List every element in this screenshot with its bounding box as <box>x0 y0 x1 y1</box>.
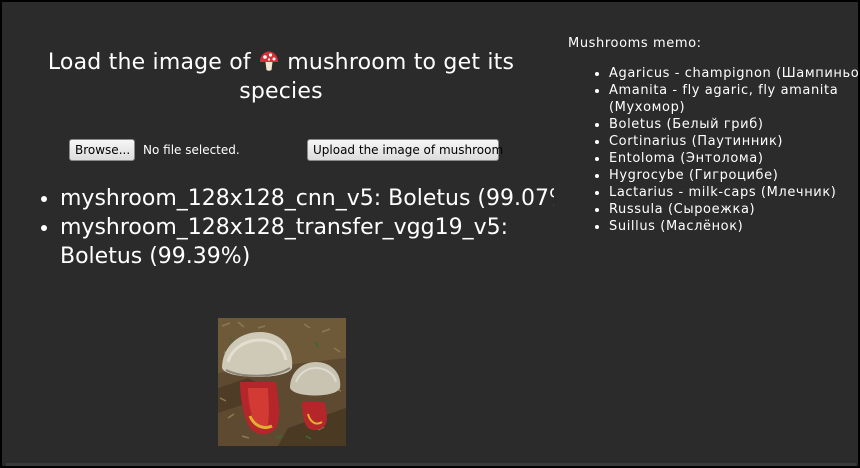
file-status-text: No file selected. <box>143 143 240 157</box>
browse-button[interactable]: Browse... <box>69 139 135 161</box>
memo-item-boletus: Boletus (Белый гриб) <box>609 116 860 133</box>
memo-item-amanita: Amanita - fly agaric, fly amanita (Мухом… <box>609 82 860 116</box>
memo-item-suillus: Suillus (Маслёнок) <box>609 218 860 235</box>
page-title-start: Load the image of <box>47 50 251 75</box>
memo-item-cortinarius: Cortinarius (Паутинник) <box>609 133 860 150</box>
mushrooms-memo-panel: Mushrooms memo: Agaricus - champignon (Ш… <box>554 6 860 464</box>
memo-item-hygrocybe: Hygrocybe (Гигроцибе) <box>609 167 860 184</box>
memo-list: Agaricus - champignon (Шампиньон) Amanit… <box>568 65 860 235</box>
memo-item-entoloma: Entoloma (Энтолома) <box>609 150 860 167</box>
prediction-result-vgg19: myshroom_128x128_transfer_vgg19_v5: Bole… <box>60 213 585 271</box>
page-title-end: mushroom to get its species <box>239 50 515 104</box>
memo-item-russula: Russula (Сыроежка) <box>609 201 860 218</box>
prediction-result-cnn: myshroom_128x128_cnn_v5: Boletus (99.07%… <box>60 184 585 213</box>
app-frame: Load the image of mushroom to get its sp… <box>0 0 860 468</box>
main-panel: Load the image of mushroom to get its sp… <box>6 6 578 464</box>
upload-button[interactable]: Upload the image of mushroom <box>307 139 503 161</box>
bottom-strip <box>6 463 856 466</box>
boletus-mushroom-photo <box>218 318 346 446</box>
prediction-results-list: myshroom_128x128_cnn_v5: Boletus (99.07%… <box>26 184 585 271</box>
memo-title: Mushrooms memo: <box>568 36 702 51</box>
page-title: Load the image of mushroom to get its sp… <box>16 48 546 106</box>
red-mushroom-icon <box>260 51 279 71</box>
upload-form: Browse... No file selected. Upload the i… <box>69 139 549 161</box>
memo-item-lactarius: Lactarius - milk-caps (Млечник) <box>609 184 860 201</box>
memo-item-agaricus: Agaricus - champignon (Шампиньон) <box>609 65 860 82</box>
